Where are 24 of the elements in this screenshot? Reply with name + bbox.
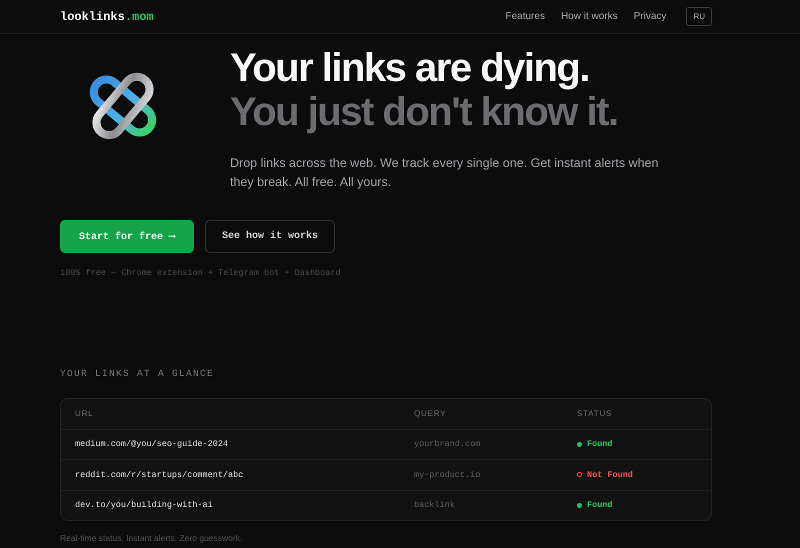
site-logo[interactable]: looklinks.mom <box>60 10 154 24</box>
nav-link[interactable]: Features <box>505 11 545 22</box>
table-cell-text: backlink <box>414 500 456 510</box>
status-label: Found <box>587 500 613 510</box>
nav-link[interactable]: Privacy <box>634 11 666 22</box>
status-label: Found <box>587 439 613 449</box>
column-header: STATUS <box>577 409 614 418</box>
how-it-works-button[interactable]: See how it works <box>205 220 336 253</box>
table-cell-text: medium.com/@you/seo-guide-2024 <box>75 439 230 450</box>
table-cell-text: reddit.com/r/startups/comment/abc <box>75 470 244 480</box>
nav-link[interactable]: How it works <box>560 11 618 22</box>
column-header: URL <box>75 409 94 418</box>
table-cell-text: my-product.io <box>414 470 482 480</box>
language-button[interactable]: RU <box>686 7 712 26</box>
table-cell-text: yourbrand.com <box>414 439 482 450</box>
table-cell-text: dev.to/you/building-with-ai <box>75 500 214 510</box>
column-header: QUERY <box>414 409 448 418</box>
feature-note: 100% free — Chrome extension + Telegram bot + Dashboard <box>60 268 342 278</box>
subheadline: You just don't know it. <box>230 90 619 134</box>
section-heading: YOUR LINKS AT A GLANCE <box>60 368 216 379</box>
status-label: Not Found <box>587 470 633 480</box>
table-caption: Real-time status. Instant alerts. Zero guesswork. <box>60 533 244 543</box>
headline: Your links are dying. <box>230 46 590 90</box>
hero-description: Drop links across the web. We track every single one. Get instant alerts when they break. All free. All yours. <box>230 155 660 191</box>
